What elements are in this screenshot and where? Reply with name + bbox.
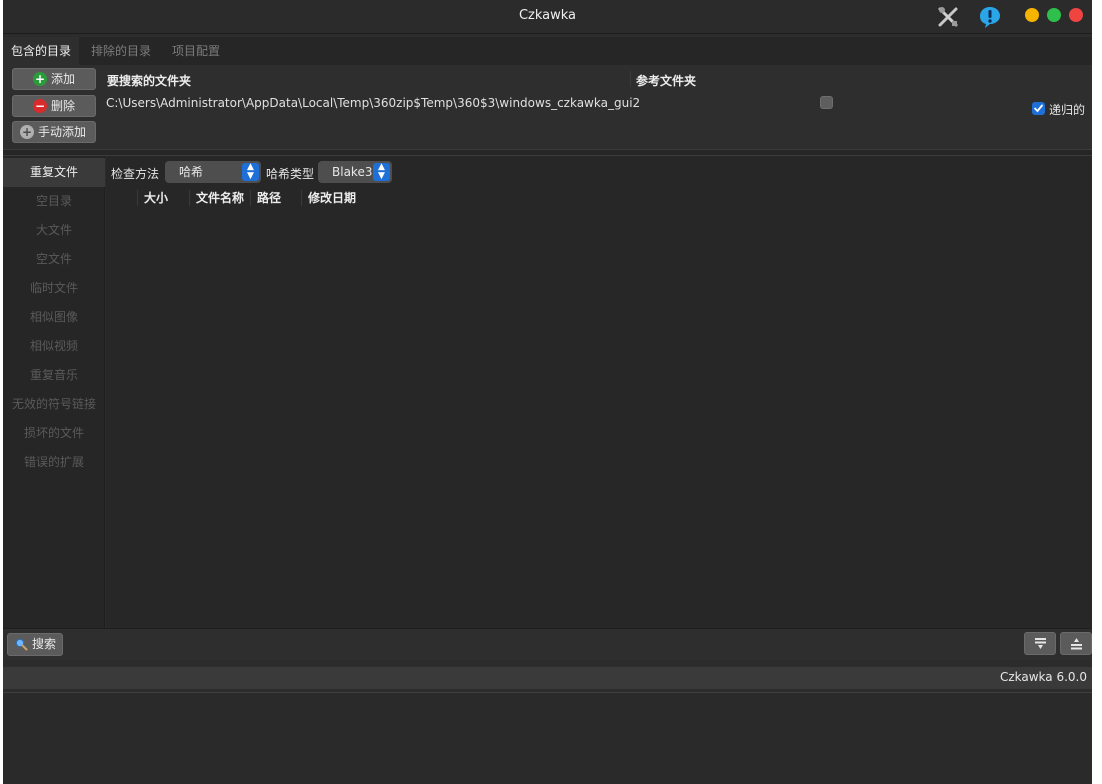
tool-sidebar: 重复文件 空目录 大文件 空文件 临时文件 相似图像 相似视频 重复音乐 无效的…: [3, 156, 105, 628]
manual-add-button[interactable]: + 手动添加: [12, 121, 96, 143]
search-icon: [15, 638, 28, 651]
app-window: Czkawka 包含的目录 排除的目录 项目配置 + 添加 − 删除 + 手动添…: [3, 0, 1092, 784]
minimize-button[interactable]: [1025, 8, 1039, 22]
sidebar-item-similar-images[interactable]: 相似图像: [3, 303, 105, 332]
sidebar-item-duplicate-music[interactable]: 重复音乐: [3, 361, 105, 390]
tools-icon[interactable]: [936, 5, 960, 29]
check-method-select[interactable]: 哈希 ▲ ▼: [165, 161, 261, 183]
chevron-updown-icon: ▲ ▼: [242, 163, 259, 181]
delete-button-label: 删除: [51, 99, 76, 113]
hash-type-label: 哈希类型: [266, 167, 315, 181]
sidebar-item-duplicates[interactable]: 重复文件: [3, 158, 105, 187]
add-button[interactable]: + 添加: [12, 68, 96, 90]
sidebar-item-temp-files[interactable]: 临时文件: [3, 274, 105, 303]
search-button-label: 搜索: [32, 637, 57, 651]
manual-add-button-label: 手动添加: [38, 125, 87, 139]
title-bar: Czkawka: [3, 0, 1092, 34]
check-method-label: 检查方法: [111, 167, 160, 181]
check-method-value: 哈希: [179, 165, 204, 179]
column-reference-folders: 参考文件夹: [636, 74, 697, 88]
column-path[interactable]: 路径: [250, 190, 281, 206]
column-size[interactable]: 大小: [137, 190, 168, 206]
reference-checkbox[interactable]: [820, 96, 833, 109]
sidebar-item-invalid-symlinks[interactable]: 无效的符号链接: [3, 390, 105, 419]
panel-divider[interactable]: [3, 149, 1092, 156]
window-title: Czkawka: [518, 8, 577, 23]
minus-circle-icon: −: [33, 99, 47, 113]
sort-up-button[interactable]: [1060, 632, 1092, 655]
info-icon[interactable]: [978, 5, 1002, 29]
version-label: Czkawka 6.0.0: [999, 670, 1087, 684]
directory-panel: + 添加 − 删除 + 手动添加 要搜索的文件夹 参考文件夹 C:\Users\…: [3, 65, 1092, 149]
plus-circle-icon: +: [20, 125, 34, 139]
tab-excluded-dirs[interactable]: 排除的目录: [83, 37, 159, 65]
sidebar-item-empty-files[interactable]: 空文件: [3, 245, 105, 274]
check-icon: [1034, 104, 1043, 113]
log-area[interactable]: [3, 692, 1092, 784]
sort-up-icon: [1071, 638, 1082, 650]
plus-circle-icon: +: [33, 72, 47, 86]
maximize-button[interactable]: [1047, 8, 1061, 22]
column-search-folders: 要搜索的文件夹: [107, 74, 192, 88]
sidebar-item-similar-videos[interactable]: 相似视频: [3, 332, 105, 361]
bottom-bar: 搜索: [3, 628, 1092, 660]
hash-type-value: Blake3: [332, 165, 373, 179]
column-modified-date[interactable]: 修改日期: [301, 190, 356, 206]
add-button-label: 添加: [51, 72, 76, 86]
sidebar-item-bad-extensions[interactable]: 错误的扩展: [3, 448, 105, 477]
directory-tabs: 包含的目录 排除的目录 项目配置: [3, 37, 1092, 65]
hash-type-select[interactable]: Blake3 ▲ ▼: [318, 161, 392, 183]
tab-included-dirs[interactable]: 包含的目录: [3, 37, 80, 65]
sidebar-item-empty-folders[interactable]: 空目录: [3, 187, 105, 216]
tab-project-config[interactable]: 项目配置: [164, 37, 228, 65]
column-separator: [630, 71, 631, 87]
delete-button[interactable]: − 删除: [12, 95, 96, 117]
status-bar: Czkawka 6.0.0: [3, 667, 1092, 689]
recursive-label: 递归的: [1049, 103, 1086, 117]
column-filename[interactable]: 文件名称: [189, 190, 244, 206]
sidebar-item-broken-files[interactable]: 损坏的文件: [3, 419, 105, 448]
sort-down-button[interactable]: [1024, 632, 1056, 655]
close-button[interactable]: [1069, 8, 1083, 22]
directory-path[interactable]: C:\Users\Administrator\AppData\Local\Tem…: [106, 96, 640, 110]
results-panel: 检查方法 哈希 ▲ ▼ 哈希类型 Blake3 ▲ ▼ 大小 文件名称 路径 修改日…: [106, 156, 1092, 628]
sidebar-item-big-files[interactable]: 大文件: [3, 216, 105, 245]
recursive-checkbox[interactable]: [1032, 102, 1045, 115]
sort-down-icon: [1035, 638, 1046, 649]
search-button[interactable]: 搜索: [7, 633, 63, 656]
chevron-updown-icon: ▲ ▼: [373, 163, 390, 181]
